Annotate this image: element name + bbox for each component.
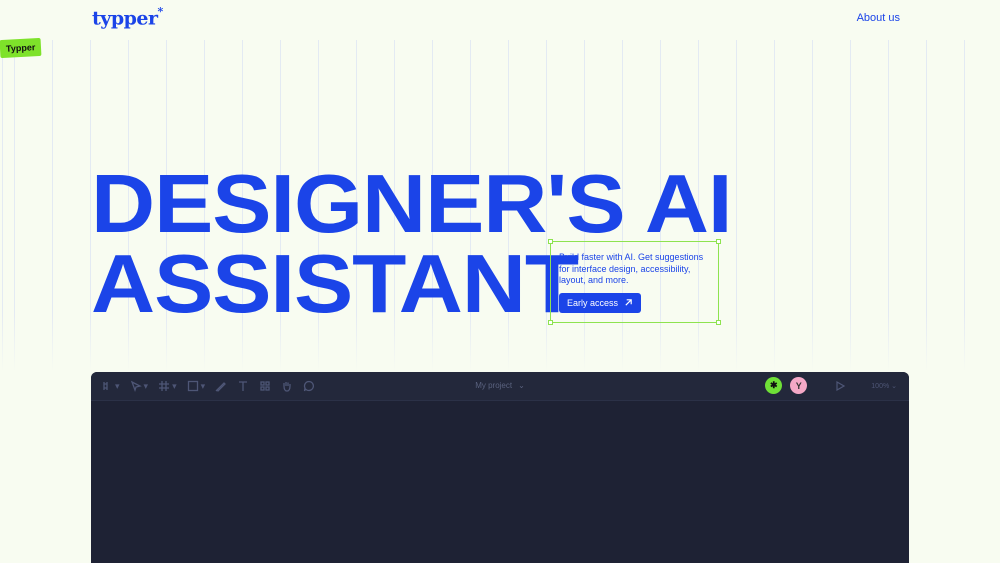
hero-description: Build faster with AI. Get suggestions fo…	[559, 252, 704, 285]
project-name: My project	[475, 381, 513, 390]
hand-tool-button[interactable]	[281, 380, 293, 392]
components-tool-button[interactable]	[259, 380, 271, 392]
avatar-collaborator-2[interactable]: Y	[790, 377, 808, 394]
text-icon	[239, 381, 248, 391]
frame-icon	[159, 381, 170, 391]
components-icon	[260, 381, 270, 391]
selection-handle	[716, 320, 721, 325]
hero-callout-box: Build faster with AI. Get suggestions fo…	[548, 239, 721, 325]
hand-icon	[283, 382, 291, 392]
app-canvas[interactable]	[91, 401, 909, 563]
selection-handle	[548, 239, 553, 244]
selection-handle	[716, 239, 721, 244]
pointer-icon	[130, 380, 142, 392]
text-tool-button[interactable]	[237, 380, 249, 392]
selection-handle	[548, 320, 553, 325]
zoom-level: 100%	[871, 382, 890, 390]
pointer-tool-button[interactable]: ▾	[130, 380, 148, 392]
early-access-label: Early access	[567, 297, 619, 308]
headline-line-1: DESIGNER'S AI	[91, 157, 733, 250]
pen-tool-button[interactable]	[215, 380, 227, 392]
app-toolbar: ▾ ▾ ▾ ▾ My project ⌄ ✱ Y 100% ⌄	[91, 372, 909, 401]
early-access-button[interactable]: Early access	[559, 292, 642, 313]
move-icon	[103, 382, 108, 390]
rectangle-icon	[187, 380, 198, 392]
project-name-dropdown[interactable]: My project ⌄	[475, 381, 525, 390]
logo[interactable]: typper*	[92, 5, 163, 29]
avatar-collaborator-1[interactable]: ✱	[765, 377, 783, 394]
app-preview-window: ▾ ▾ ▾ ▾ My project ⌄ ✱ Y 100% ⌄	[91, 372, 909, 563]
frame-tool-button[interactable]: ▾	[158, 380, 177, 392]
shape-tool-button[interactable]: ▾	[187, 380, 205, 392]
comment-tool-button[interactable]	[303, 380, 315, 392]
play-icon[interactable]	[835, 380, 846, 391]
comment-icon	[303, 380, 315, 392]
move-tool-button[interactable]: ▾	[101, 380, 120, 392]
typper-cursor-tag: Typper	[0, 37, 42, 59]
chevron-down-icon: ⌄	[518, 381, 525, 390]
zoom-dropdown[interactable]: 100% ⌄	[871, 382, 897, 390]
arrow-up-right-icon	[625, 299, 632, 306]
pen-icon	[215, 382, 227, 392]
about-us-link[interactable]: About us	[857, 12, 900, 24]
